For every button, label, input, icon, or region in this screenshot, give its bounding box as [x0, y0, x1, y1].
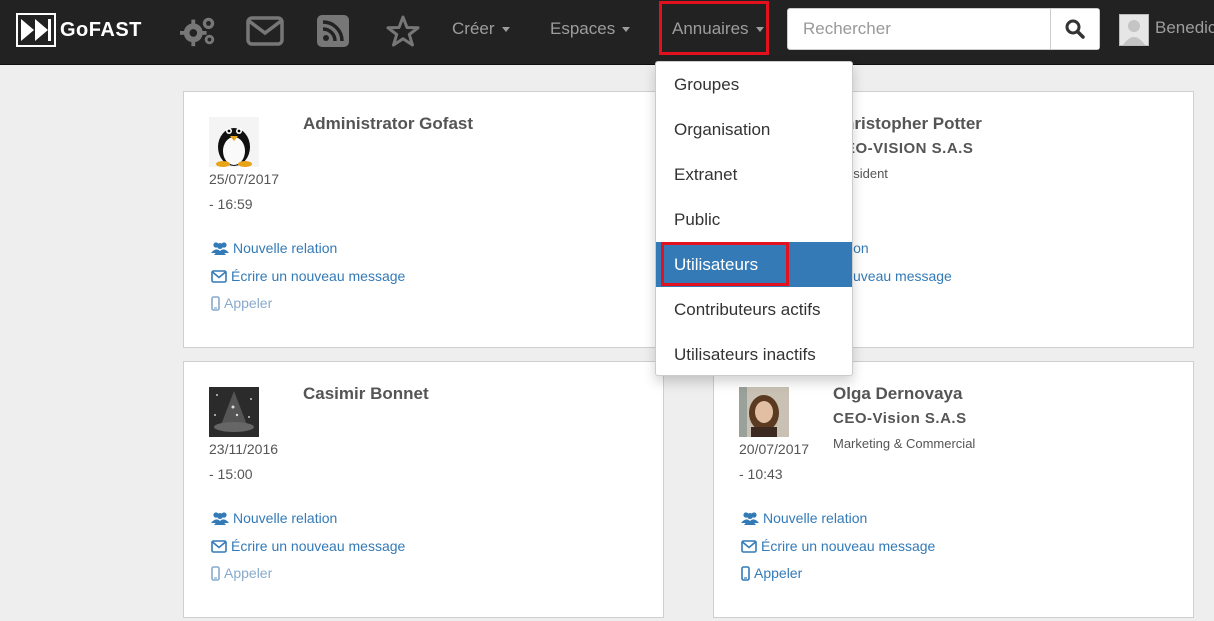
nav-espaces[interactable]: Espaces [550, 16, 631, 42]
search-box [787, 8, 1100, 50]
caret-down-icon [622, 27, 631, 33]
job-title: Marketing & Commercial [833, 436, 976, 451]
write-message-link[interactable]: Écrire un nouveau message [741, 538, 935, 554]
date: 25/07/2017 [209, 171, 280, 187]
nav-creer-label: Créer [452, 19, 495, 38]
users-icon [211, 512, 229, 525]
write-message-link[interactable]: Écrire un nouveau message [211, 538, 405, 554]
time: - 15:00 [209, 466, 253, 482]
avatar [209, 117, 259, 167]
call-label: Appeler [754, 565, 803, 581]
call-label: Appeler [224, 295, 273, 311]
menu-item-organisation[interactable]: Organisation [656, 107, 852, 152]
new-relation-link[interactable]: Nouvelle relation [211, 240, 337, 256]
star-icon[interactable] [384, 12, 422, 50]
user-card: Olga Dernovaya CEO-Vision S.A.S Marketin… [713, 361, 1194, 618]
users-icon [741, 512, 759, 525]
gofast-logo[interactable]: GoFAST [16, 12, 142, 48]
menu-item-groupes[interactable]: Groupes [656, 62, 852, 107]
envelope-icon[interactable] [246, 12, 284, 50]
user-card: Administrator Gofast 25/07/2017 - 16:59 … [183, 91, 664, 348]
top-navbar: GoFAST Créer Espaces Annuaires Recherche… [0, 0, 1214, 65]
mobile-icon [211, 565, 220, 581]
avatar [209, 387, 259, 437]
call-link[interactable]: Appeler [211, 295, 272, 311]
write-message-label: Écrire un nouveau message [761, 538, 936, 554]
envelope-icon [741, 539, 757, 553]
user-avatar[interactable] [1119, 14, 1149, 46]
write-message-label: uveau message [853, 268, 952, 284]
avatar [739, 387, 789, 437]
annuaires-dropdown-menu: Groupes Organisation Extranet Public Uti… [655, 61, 853, 376]
user-card: Casimir Bonnet 23/11/2016 - 15:00 Nouvel… [183, 361, 664, 618]
nav-creer[interactable]: Créer [452, 16, 510, 42]
menu-item-utilisateurs-inactifs[interactable]: Utilisateurs inactifs [656, 332, 852, 377]
write-message-link[interactable]: uveau message [853, 268, 952, 284]
menu-item-extranet[interactable]: Extranet [656, 152, 852, 197]
person-name[interactable]: Olga Dernovaya [833, 384, 962, 404]
date: 20/07/2017 [739, 441, 810, 457]
company: CEO-Vision S.A.S [833, 410, 967, 427]
person-name[interactable]: Administrator Gofast [303, 114, 473, 134]
annuaires-highlight [659, 1, 769, 55]
envelope-icon [211, 269, 227, 283]
search-icon [1065, 19, 1085, 39]
write-message-label: Écrire un nouveau message [231, 268, 406, 284]
new-relation-label: Nouvelle relation [763, 510, 868, 526]
envelope-icon [211, 539, 227, 553]
new-relation-link[interactable]: Nouvelle relation [741, 510, 867, 526]
call-label: Appeler [224, 565, 273, 581]
new-relation-label: Nouvelle relation [233, 240, 338, 256]
search-input[interactable] [788, 9, 1051, 49]
menu-item-public[interactable]: Public [656, 197, 852, 242]
date: 23/11/2016 [209, 441, 279, 457]
rss-icon[interactable] [314, 12, 352, 50]
logo-text: GoFAST [60, 18, 142, 41]
call-link[interactable]: Appeler [211, 565, 272, 581]
company: EO-VISION S.A.S [845, 140, 974, 157]
time: - 10:43 [739, 466, 783, 482]
logo-mark-icon [16, 13, 56, 47]
person-name[interactable]: Casimir Bonnet [303, 384, 429, 404]
search-button[interactable] [1050, 9, 1099, 49]
gears-icon[interactable] [180, 12, 218, 50]
utilisateurs-highlight [661, 242, 789, 286]
new-relation-label: Nouvelle relation [233, 510, 338, 526]
new-relation-link[interactable]: Nouvelle relation [211, 510, 337, 526]
caret-down-icon [501, 27, 510, 33]
person-name[interactable]: hristopher Potter [844, 114, 982, 134]
write-message-label: Écrire un nouveau message [231, 538, 406, 554]
nav-espaces-label: Espaces [550, 19, 616, 38]
time: - 16:59 [209, 196, 253, 212]
write-message-link[interactable]: Écrire un nouveau message [211, 268, 405, 284]
menu-item-contributeurs-actifs[interactable]: Contributeurs actifs [656, 287, 852, 332]
mobile-icon [211, 295, 220, 311]
user-name[interactable]: Benedic [1155, 18, 1214, 38]
mobile-icon [741, 565, 750, 581]
users-icon [211, 242, 229, 255]
call-link[interactable]: Appeler [741, 565, 802, 581]
